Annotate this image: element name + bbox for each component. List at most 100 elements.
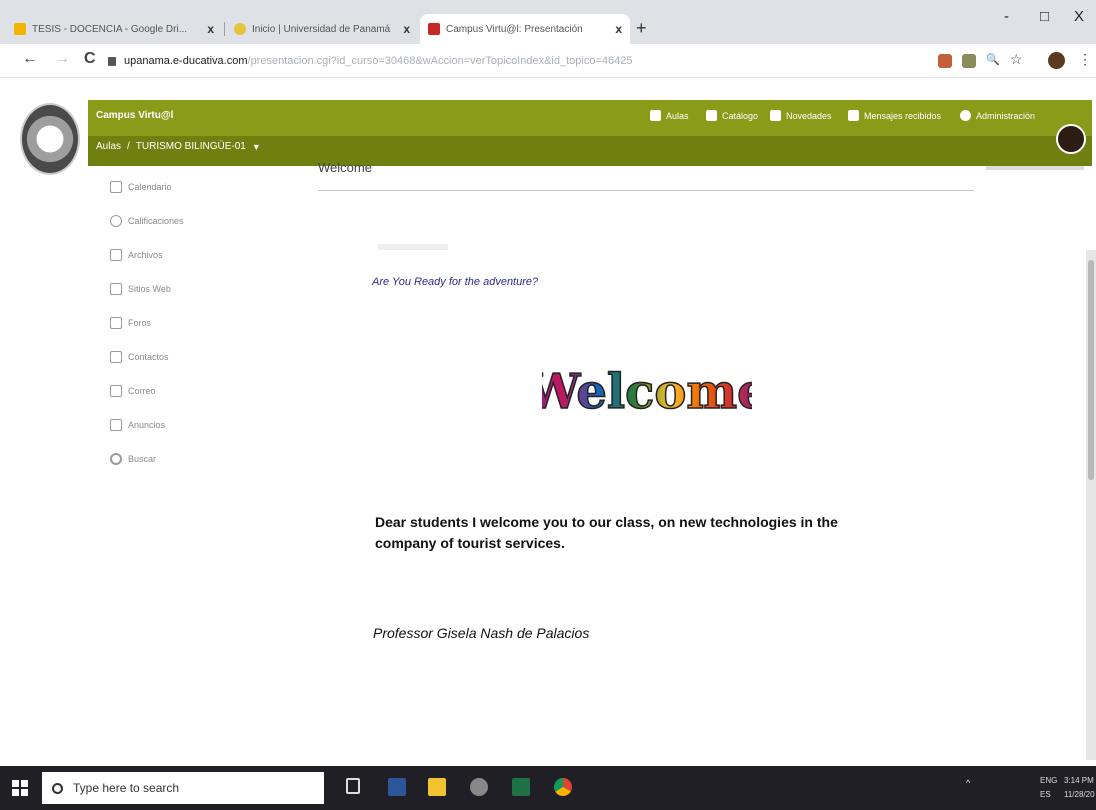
sidebar-item-label: Foros — [128, 318, 152, 328]
scrollbar-thumb[interactable] — [1088, 260, 1094, 480]
title-divider — [318, 190, 974, 191]
clock-date: 11/28/20 — [1064, 790, 1095, 799]
taskbar-search[interactable]: Type here to search — [42, 772, 324, 804]
sidebar-item-label: Calendario — [128, 182, 172, 192]
tray-icons[interactable] — [984, 778, 1024, 788]
close-icon[interactable]: x — [207, 22, 214, 36]
sidebar-item-label: Archivos — [128, 250, 163, 260]
sidebar-item-calificaciones[interactable]: Calificaciones — [110, 204, 280, 238]
topnav-administracion[interactable]: Administración — [960, 110, 1035, 121]
professor-signature: Professor Gisela Nash de Palacios — [373, 625, 590, 641]
task-view-icon[interactable] — [346, 778, 360, 794]
tab-google-drive[interactable]: TESIS - DOCENCIA - Google Dri... x — [6, 14, 222, 44]
sidebar-item-calendario[interactable]: Calendario — [110, 170, 280, 204]
browser-tab-strip: TESIS - DOCENCIA - Google Dri... x Inici… — [0, 0, 1096, 44]
sidebar-item-contactos[interactable]: Contactos — [110, 340, 280, 374]
sidebar-item-buscar[interactable]: Buscar — [110, 442, 280, 476]
faint-label — [378, 244, 448, 250]
sidebar-item-foros[interactable]: Foros — [110, 306, 280, 340]
forward-button[interactable]: → — [54, 50, 70, 68]
reload-button[interactable]: C — [84, 50, 96, 68]
maximize-button[interactable]: □ — [1040, 8, 1049, 25]
cart-icon — [706, 110, 717, 121]
sidebar-item-label: Contactos — [128, 352, 169, 362]
topnav-mensajes[interactable]: Mensajes recibidos — [848, 110, 941, 121]
adventure-text: Are You Ready for the adventure? — [372, 276, 539, 288]
breadcrumb-separator: / — [127, 141, 130, 152]
extension-icon[interactable] — [962, 54, 976, 68]
tab-separator — [224, 22, 225, 36]
course-sidebar: Calendario Calificaciones Archivos Sitio… — [110, 170, 280, 476]
close-icon[interactable]: x — [615, 22, 622, 36]
sidebar-item-correo[interactable]: Correo — [110, 374, 280, 408]
university-icon — [234, 23, 246, 35]
tab-title: Campus Virtu@l: Presentación — [446, 23, 583, 35]
sidebar-item-sitios-web[interactable]: Sitios Web — [110, 272, 280, 306]
breadcrumb-course[interactable]: TURISMO BILINGÜE-01 — [136, 141, 246, 152]
chrome-icon[interactable] — [554, 778, 572, 796]
tray-chevron-icon[interactable]: ^ — [966, 778, 970, 788]
input-language[interactable]: ENG ES — [1040, 774, 1057, 802]
topnav-label: Administración — [976, 110, 1036, 121]
excel-icon[interactable] — [512, 778, 530, 796]
topnav-novedades[interactable]: Novedades — [770, 110, 832, 121]
sidebar-item-anuncios[interactable]: Anuncios — [110, 408, 280, 442]
region-code: ES — [1040, 790, 1051, 799]
welcome-message: Dear students I welcome you to our class… — [375, 514, 838, 551]
bookmark-star-icon[interactable]: ☆ — [1010, 51, 1023, 68]
mail-icon — [110, 385, 122, 397]
close-window-button[interactable]: X — [1074, 8, 1084, 25]
brand-title[interactable]: Campus Virtu@l — [96, 110, 173, 121]
link-icon — [110, 283, 122, 295]
topnav-label: Aulas — [666, 110, 689, 121]
search-icon — [110, 453, 122, 465]
extension-icon[interactable] — [938, 54, 952, 68]
folder-icon — [110, 249, 122, 261]
tab-universidad[interactable]: Inicio | Universidad de Panamá x — [226, 14, 418, 44]
search-icon — [52, 782, 63, 794]
university-logo[interactable] — [20, 103, 80, 175]
url-host: upanama.e-ducativa.com — [124, 55, 248, 67]
word-icon[interactable] — [388, 778, 406, 796]
sidebar-item-archivos[interactable]: Archivos — [110, 238, 280, 272]
page-title: Welcome — [318, 160, 372, 175]
windows-taskbar: Type here to search ^ ENG ES 3:14 PM 11/… — [0, 766, 1096, 810]
campus-icon — [428, 23, 440, 35]
gear-icon — [960, 110, 971, 121]
app-icon[interactable] — [470, 778, 488, 796]
system-clock[interactable]: 3:14 PM 11/28/20 — [1064, 774, 1095, 802]
building-icon — [650, 110, 661, 121]
tab-title: Inicio | Universidad de Panamá — [252, 23, 391, 35]
lang-code: ENG — [1040, 776, 1058, 785]
forum-icon — [110, 317, 122, 329]
sidebar-item-label: Buscar — [128, 454, 157, 464]
topnav-label: Catálogo — [722, 110, 759, 121]
breadcrumb: Aulas / TURISMO BILINGÜE-01 ▼ — [96, 141, 261, 152]
welcome-image: Welcome — [542, 350, 752, 430]
welcome-art-text: Welcome — [542, 364, 752, 420]
taskbar-search-placeholder: Type here to search — [73, 781, 180, 795]
sidebar-item-label: Sitios Web — [128, 284, 171, 294]
close-icon[interactable]: x — [403, 22, 410, 36]
tab-campus-virtual[interactable]: Campus Virtu@l: Presentación x — [420, 14, 630, 44]
lock-icon — [108, 56, 116, 66]
browser-toolbar: ← → C upanama.e-ducativa.com /presentaci… — [0, 44, 1096, 78]
windows-start-icon[interactable] — [12, 780, 28, 796]
chevron-down-icon[interactable]: ▼ — [252, 142, 261, 152]
topnav-label: Novedades — [786, 110, 832, 121]
minimize-button[interactable]: - — [1004, 8, 1009, 25]
search-icon[interactable]: 🔍 — [986, 53, 1000, 66]
welcome-art-svg: Welcome — [542, 363, 752, 421]
browser-menu-icon[interactable]: ⋮ — [1078, 51, 1092, 68]
new-tab-button[interactable]: + — [636, 18, 647, 39]
topnav-aulas[interactable]: Aulas — [650, 110, 689, 121]
profile-avatar[interactable] — [1048, 52, 1065, 69]
user-avatar[interactable] — [1056, 124, 1086, 154]
topnav-catalogo[interactable]: Catálogo — [706, 110, 758, 121]
google-drive-icon — [14, 23, 26, 35]
back-button[interactable]: ← — [22, 50, 38, 68]
address-bar[interactable]: upanama.e-ducativa.com /presentacion.cgi… — [108, 50, 928, 72]
file-explorer-icon[interactable] — [428, 778, 446, 796]
breadcrumb-home[interactable]: Aulas — [96, 141, 121, 152]
sidebar-item-label: Calificaciones — [128, 216, 184, 226]
